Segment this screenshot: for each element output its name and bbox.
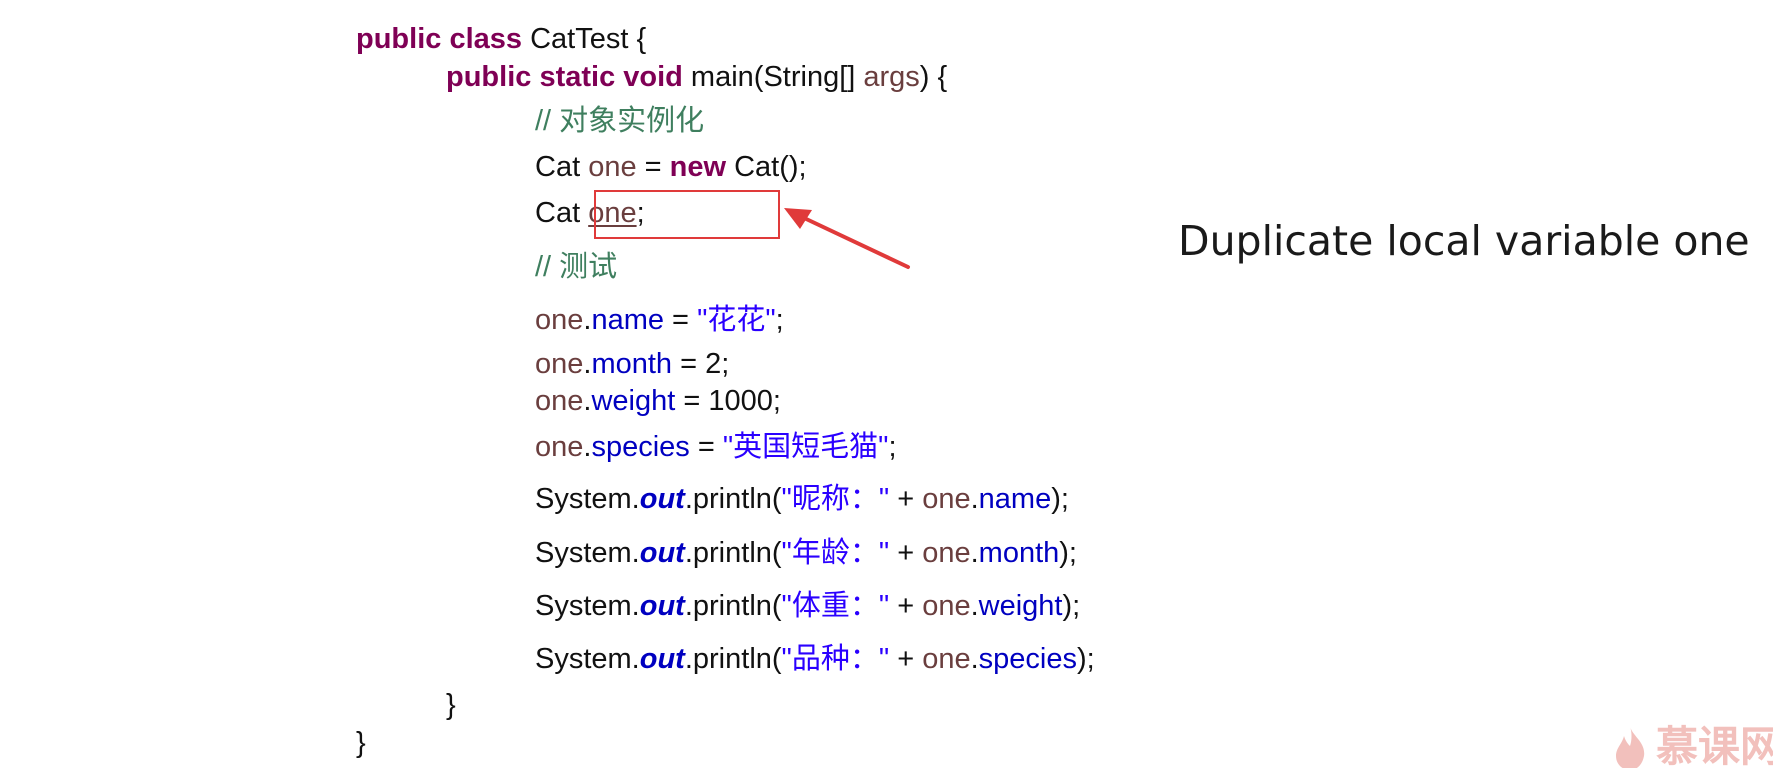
- pointer-arrow-icon: [784, 208, 910, 269]
- static-field: out: [639, 590, 685, 622]
- object-ref: one: [922, 590, 971, 622]
- constructor-call: Cat();: [726, 151, 807, 183]
- keyword: public static void: [446, 61, 683, 93]
- keyword: public class: [356, 23, 523, 55]
- string-literal: "年龄：": [781, 537, 890, 569]
- watermark-logo: 慕课网: [1610, 720, 1773, 768]
- field-name: name: [978, 483, 1052, 515]
- call-end: );: [1076, 643, 1095, 675]
- dot: .: [970, 590, 979, 622]
- field-name: name: [591, 304, 664, 336]
- code-line-assign-weight: one.weight = 1000;: [535, 384, 781, 418]
- string-literal: "花花": [697, 304, 776, 336]
- system-class: System.: [535, 537, 640, 569]
- field-name: weight: [978, 590, 1063, 622]
- call-end: );: [1059, 537, 1077, 569]
- comment-test: // 测试: [535, 251, 618, 283]
- dot: .: [970, 537, 979, 569]
- operator: +: [889, 483, 923, 515]
- object-ref: one: [535, 385, 584, 417]
- slide: public class CatTest { public static voi…: [0, 0, 1773, 768]
- operator: =: [689, 431, 723, 463]
- string-literal: "昵称：": [781, 483, 890, 515]
- code-line-print-name: System.out.println("昵称：" + one.name);: [535, 482, 1069, 516]
- code-line-new-cat: Cat one = new Cat();: [535, 150, 807, 184]
- field-name: month: [978, 537, 1060, 569]
- method-call: .println(: [684, 643, 782, 675]
- param-name: args: [863, 61, 920, 93]
- object-ref: one: [922, 537, 971, 569]
- system-class: System.: [535, 483, 640, 515]
- main-close-brace: }: [446, 689, 456, 721]
- static-field: out: [639, 483, 685, 515]
- static-field: out: [639, 537, 685, 569]
- object-ref: one: [535, 304, 584, 336]
- operator: +: [889, 590, 923, 622]
- assignment-rest: = 1000;: [675, 385, 781, 417]
- semicolon: ;: [775, 304, 784, 336]
- operator: =: [636, 151, 670, 183]
- class-name: CatTest {: [522, 23, 647, 55]
- field-name: month: [591, 348, 673, 380]
- comment-instantiate: // 对象实例化: [535, 105, 705, 137]
- method-signature: main(String[]: [682, 61, 864, 93]
- assignment-rest: = 2;: [672, 348, 730, 380]
- code-line-assign-month: one.month = 2;: [535, 347, 729, 381]
- flame-icon: [1616, 726, 1645, 768]
- type-name: Cat: [535, 197, 589, 229]
- system-class: System.: [535, 590, 640, 622]
- code-line-print-species: System.out.println("品种：" + one.species);: [535, 642, 1095, 676]
- type-name: Cat: [535, 151, 589, 183]
- string-literal: "品种：": [781, 643, 890, 675]
- field-name: species: [591, 431, 690, 463]
- method-call: .println(: [684, 537, 782, 569]
- method-call: .println(: [684, 590, 782, 622]
- signature-end: ) {: [919, 61, 948, 93]
- operator: +: [889, 537, 923, 569]
- system-class: System.: [535, 643, 640, 675]
- main-method-declaration: public static void main(String[] args) {: [446, 60, 947, 94]
- class-declaration: public class CatTest {: [356, 22, 646, 56]
- field-name: species: [978, 643, 1077, 675]
- semicolon: ;: [888, 431, 897, 463]
- variable-name: one: [588, 151, 637, 183]
- string-literal: "英国短毛猫": [722, 431, 889, 463]
- object-ref: one: [535, 431, 584, 463]
- object-ref: one: [922, 483, 971, 515]
- call-end: );: [1062, 590, 1081, 622]
- watermark-text: 慕课网: [1656, 722, 1773, 768]
- code-line-assign-species: one.species = "英国短毛猫";: [535, 430, 897, 464]
- error-message: Duplicate local variable one: [1178, 217, 1750, 265]
- method-call: .println(: [684, 483, 782, 515]
- code-line-print-weight: System.out.println("体重：" + one.weight);: [535, 589, 1080, 623]
- operator: +: [889, 643, 923, 675]
- code-line-print-month: System.out.println("年龄：" + one.month);: [535, 536, 1077, 570]
- static-field: out: [639, 643, 685, 675]
- object-ref: one: [535, 348, 584, 380]
- keyword: new: [669, 151, 727, 183]
- class-close-brace: }: [356, 727, 366, 759]
- field-name: weight: [591, 385, 676, 417]
- dot: .: [970, 643, 979, 675]
- call-end: );: [1051, 483, 1069, 515]
- code-line-assign-name: one.name = "花花";: [535, 303, 784, 337]
- code-listing: public class CatTest { public static voi…: [0, 0, 1773, 768]
- dot: .: [970, 483, 979, 515]
- object-ref: one: [922, 643, 971, 675]
- error-highlight-box: [594, 190, 780, 239]
- operator: =: [664, 304, 698, 336]
- string-literal: "体重：": [781, 590, 890, 622]
